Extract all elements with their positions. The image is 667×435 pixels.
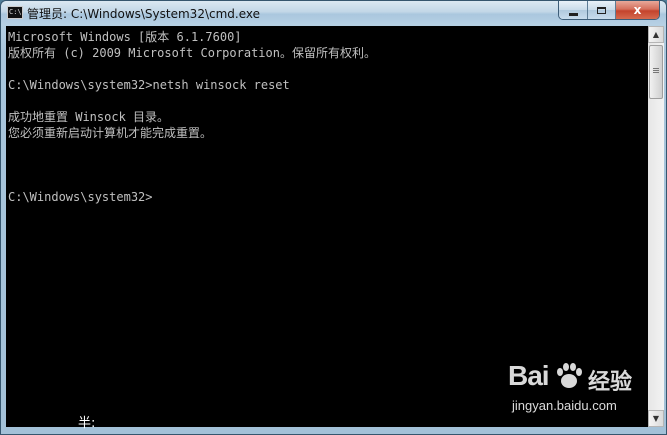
console-text: Microsoft Windows [版本 6.1.7600] 版权所有 (c) … <box>8 29 376 205</box>
scroll-up-arrow-icon[interactable]: ▲ <box>648 26 664 43</box>
close-icon: x <box>633 3 642 17</box>
maximize-icon <box>597 6 606 14</box>
console-line: Microsoft Windows [版本 6.1.7600] <box>8 30 242 44</box>
minimize-button[interactable] <box>559 1 587 19</box>
close-button[interactable]: x <box>615 1 659 19</box>
baidu-jingyan-watermark: Bai 经验 jingyan.baidu.com <box>508 360 658 420</box>
console-line: C:\Windows\system32> <box>8 190 153 204</box>
window-title: 管理员: C:\Windows\System32\cmd.exe <box>27 7 260 21</box>
console-line: 版权所有 (c) 2009 Microsoft Corporation。保留所有… <box>8 46 376 60</box>
console-line: C:\Windows\system32>netsh winsock reset <box>8 78 290 92</box>
caption-buttons: x <box>558 1 660 20</box>
maximize-button[interactable] <box>587 1 615 19</box>
minimize-icon <box>568 12 578 16</box>
console-line: 您必须重新启动计算机才能完成重置。 <box>8 126 213 140</box>
console-line: 成功地重置 Winsock 目录。 <box>8 110 170 124</box>
watermark-brand: Bai <box>508 360 550 391</box>
cmd-console-icon[interactable]: C:\ <box>7 6 23 19</box>
baidu-paw-icon <box>557 363 582 388</box>
thumb-grip <box>653 68 659 69</box>
scrollbar-thumb[interactable] <box>649 45 663 99</box>
watermark-suffix: 经验 <box>588 370 633 395</box>
watermark-domain: jingyan.baidu.com <box>512 398 617 413</box>
title-bar[interactable]: C:\ 管理员: C:\Windows\System32\cmd.exe x <box>1 1 666 25</box>
ime-indicator: 半: <box>78 416 96 431</box>
